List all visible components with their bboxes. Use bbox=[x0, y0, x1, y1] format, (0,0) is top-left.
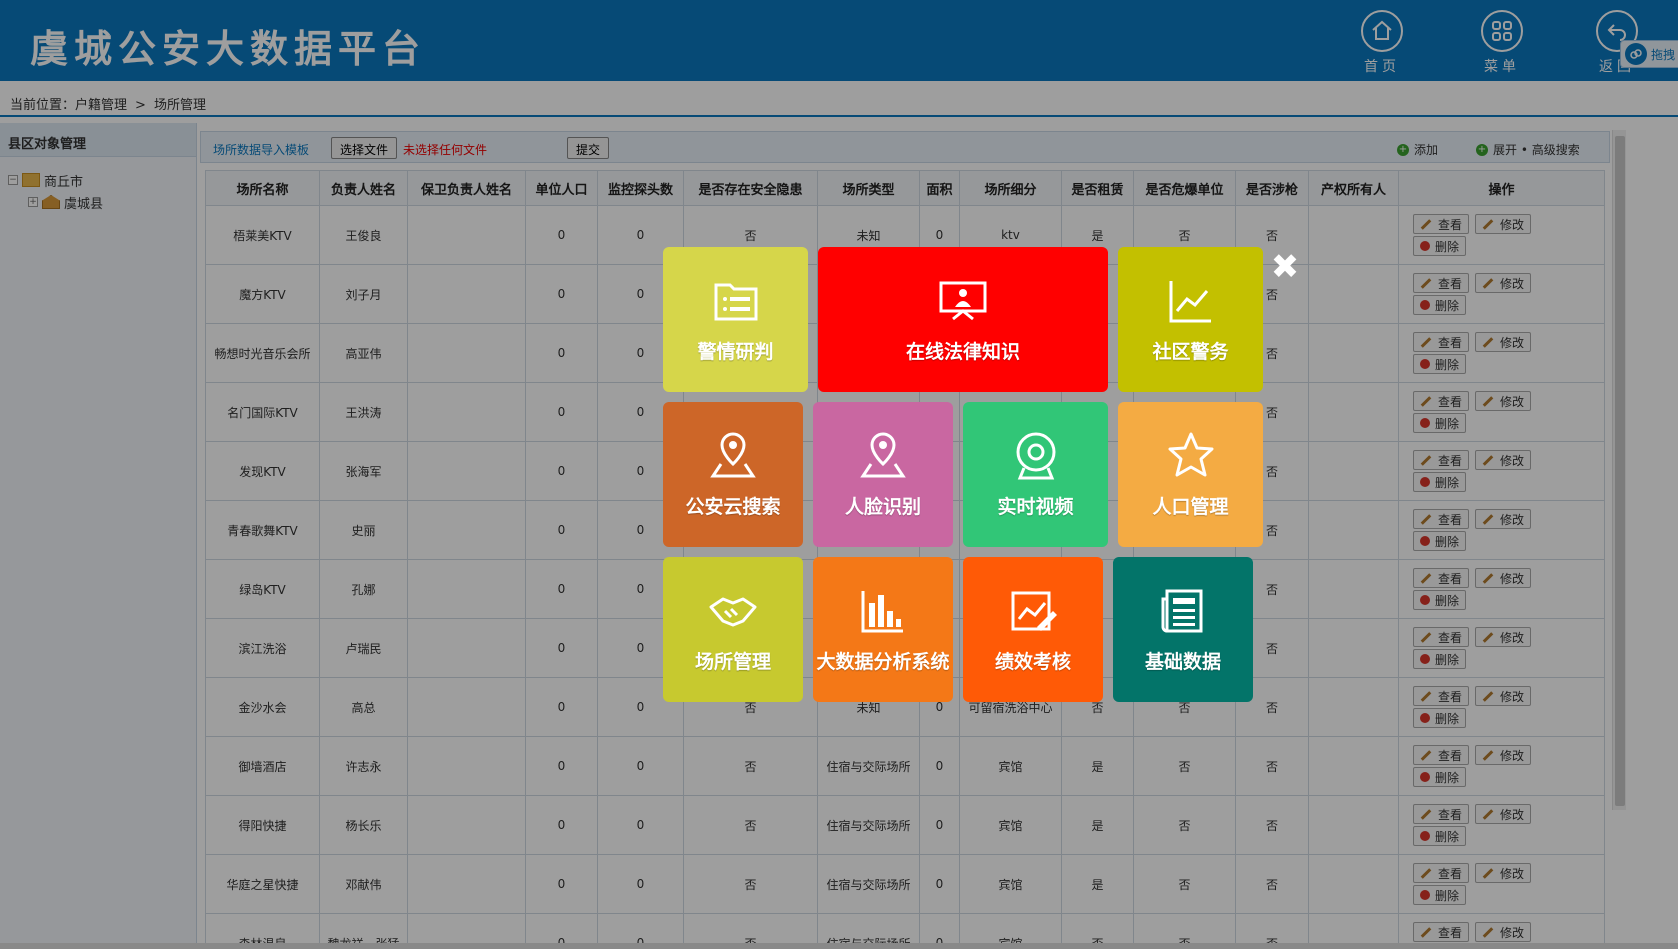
tile-label: 场所管理 bbox=[694, 651, 771, 673]
tile-label: 基础数据 bbox=[1144, 651, 1221, 673]
bar-chart-icon bbox=[861, 591, 903, 633]
tile-live-video[interactable]: 实时视频 bbox=[963, 402, 1108, 547]
tile-label: 警情研判 bbox=[697, 341, 774, 363]
tile-venue-management[interactable]: 场所管理 bbox=[663, 557, 803, 702]
tile-label: 大数据分析系统 bbox=[816, 651, 950, 673]
tile-case-analysis[interactable]: 警情研判 bbox=[663, 247, 808, 392]
tile-population-management[interactable]: 人口管理 bbox=[1118, 402, 1263, 547]
tile-big-data-analysis[interactable]: 大数据分析系统 bbox=[813, 557, 953, 702]
handshake-icon bbox=[709, 597, 757, 627]
tile-face-recognition[interactable]: 人脸识别 bbox=[813, 402, 953, 547]
tile-basic-data[interactable]: 基础数据 bbox=[1113, 557, 1253, 702]
tile-label: 人口管理 bbox=[1152, 496, 1229, 518]
tile-community-policing[interactable]: 社区警务 bbox=[1118, 247, 1263, 392]
tile-label: 在线法律知识 bbox=[905, 341, 1020, 363]
star-icon bbox=[1168, 432, 1213, 477]
folder-list-icon bbox=[714, 283, 757, 321]
webcam-icon bbox=[1016, 432, 1055, 480]
menu-overlay[interactable]: 警情研判 在线法律知识 社区警务 公安云搜索 人脸识别 实时视频 人口管理 场所… bbox=[0, 0, 1678, 949]
tile-performance-review[interactable]: 绩效考核 bbox=[963, 557, 1103, 702]
newspaper-icon bbox=[1161, 589, 1203, 633]
edit-chart-icon bbox=[1011, 591, 1057, 631]
tile-label: 人脸识别 bbox=[844, 496, 921, 518]
line-chart-icon bbox=[1169, 281, 1211, 323]
tile-label: 实时视频 bbox=[997, 496, 1074, 518]
tile-label: 公安云搜索 bbox=[685, 496, 781, 518]
tile-label: 社区警务 bbox=[1152, 341, 1229, 363]
tile-online-law[interactable]: 在线法律知识 bbox=[818, 247, 1108, 392]
tile-label: 绩效考核 bbox=[994, 651, 1071, 673]
tile-cloud-search[interactable]: 公安云搜索 bbox=[663, 402, 803, 547]
map-pin-icon bbox=[860, 432, 906, 478]
map-pin-icon bbox=[710, 432, 756, 478]
close-menu-button[interactable]: ✖ bbox=[1270, 250, 1300, 284]
presentation-icon bbox=[939, 281, 987, 321]
